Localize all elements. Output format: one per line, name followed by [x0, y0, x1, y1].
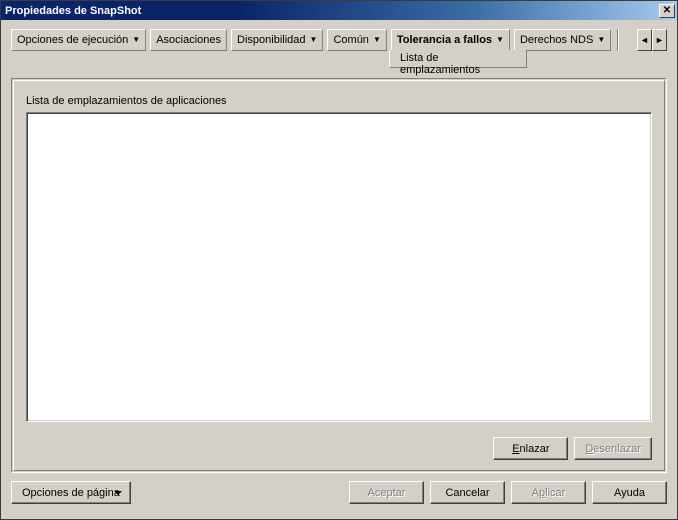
tab-label: Disponibilidad	[237, 34, 306, 46]
subtab-lista-emplazamientos[interactable]: Lista de emplazamientos	[389, 50, 527, 68]
accept-label: Aceptar	[368, 487, 406, 499]
tab-overflow-nav: ◄ ►	[637, 29, 667, 51]
cancel-label: Cancelar	[445, 487, 489, 499]
tab-label: Opciones de ejecución	[17, 34, 128, 46]
unlink-button: Desenlazar	[574, 437, 652, 460]
tab-scroll-left-button[interactable]: ◄	[637, 29, 652, 51]
dialog-footer: Opciones de página Aceptar Cancelar Apli…	[1, 473, 677, 504]
tab-label: Tolerancia a fallos	[397, 34, 492, 46]
close-button[interactable]: ✕	[659, 4, 675, 18]
tab-label: Común	[333, 34, 368, 46]
tab-strip: Opciones de ejecución ▼ Asociaciones Dis…	[1, 20, 677, 68]
link-button[interactable]: Enlazar	[493, 437, 568, 460]
chevron-down-icon: ▼	[310, 36, 318, 44]
arrow-left-icon: ◄	[640, 36, 649, 45]
chevron-down-icon: ▼	[597, 36, 605, 44]
close-icon: ✕	[663, 6, 671, 16]
section-label: Lista de emplazamientos de aplicaciones	[26, 95, 652, 107]
tab-disponibilidad[interactable]: Disponibilidad ▼	[231, 29, 323, 51]
tab-derechos-nds[interactable]: Derechos NDS ▼	[514, 29, 611, 51]
tab-label: Asociaciones	[156, 34, 221, 46]
main-panel: Lista de emplazamientos de aplicaciones …	[11, 78, 667, 473]
arrow-right-icon: ►	[655, 36, 664, 45]
page-options-button[interactable]: Opciones de página	[11, 481, 131, 504]
help-label: Ayuda	[614, 487, 645, 499]
tab-comun[interactable]: Común ▼	[327, 29, 386, 51]
tab-asociaciones[interactable]: Asociaciones	[150, 29, 227, 51]
tab-divider	[617, 29, 619, 51]
help-button[interactable]: Ayuda	[592, 481, 667, 504]
apply-button: Aplicar	[511, 481, 586, 504]
tab-scroll-right-button[interactable]: ►	[652, 29, 667, 51]
tab-label: Derechos NDS	[520, 34, 593, 46]
accept-button: Aceptar	[349, 481, 424, 504]
tab-tolerancia-fallos[interactable]: Tolerancia a fallos ▼	[391, 29, 510, 51]
chevron-down-icon: ▼	[496, 36, 504, 44]
title-bar: Propiedades de SnapShot ✕	[1, 1, 677, 20]
tab-opciones-ejecucion[interactable]: Opciones de ejecución ▼	[11, 29, 146, 51]
window-title: Propiedades de SnapShot	[5, 5, 659, 17]
app-locations-listbox[interactable]	[26, 112, 652, 422]
subtab-label: Lista de emplazamientos	[400, 52, 480, 76]
chevron-down-icon: ▼	[132, 36, 140, 44]
cancel-button[interactable]: Cancelar	[430, 481, 505, 504]
page-options-label: Opciones de página	[22, 487, 120, 499]
chevron-down-icon: ▼	[373, 36, 381, 44]
